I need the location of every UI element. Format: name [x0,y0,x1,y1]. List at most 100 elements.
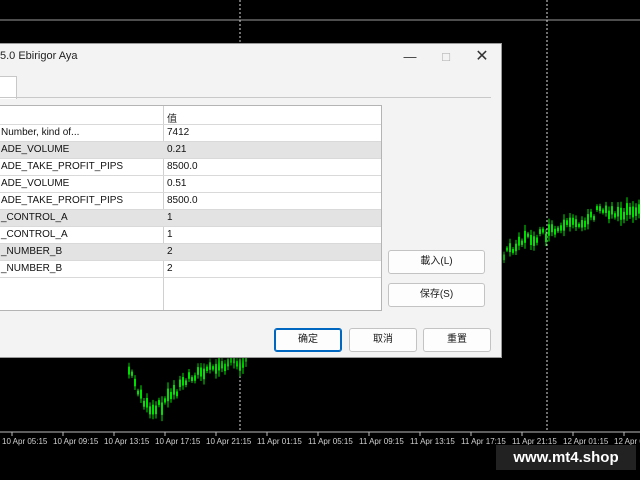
candle-body [215,363,217,374]
param-value[interactable]: 2 [167,263,173,274]
candle-body [224,363,226,372]
candle-body [545,233,547,242]
param-name: ADE_VOLUME [1,178,70,189]
param-name: _CONTROL_A [1,212,68,223]
candle-body [572,217,574,225]
tab-inputs[interactable] [0,76,17,99]
candle-body [527,233,529,237]
x-tick-label: 10 Apr 13:15 [104,437,150,446]
x-tick-label: 10 Apr 21:15 [206,437,252,446]
candle-body [557,227,559,232]
candle-body [137,390,139,395]
param-value[interactable]: 0.51 [167,178,186,189]
candle-body [554,228,556,235]
candle-body [191,377,193,381]
candle-body [512,248,514,253]
candle-body [518,236,520,246]
value-column-header: 值 [167,114,177,125]
table-row[interactable]: Number, kind of... 7412 [0,124,381,141]
load-button[interactable]: 載入(L) [388,250,485,274]
table-row[interactable]: ADE_VOLUME 0.21 [0,141,381,158]
table-row[interactable]: _NUMBER_B 2 [0,243,381,260]
param-name: ADE_VOLUME [1,144,70,155]
candle-body [149,406,151,415]
table-row[interactable]: _CONTROL_A 1 [0,226,381,243]
candle-body [632,206,634,218]
table-row[interactable]: ADE_TAKE_PROFIT_PIPS 8500.0 [0,158,381,175]
candle-body [551,224,553,233]
param-name: _CONTROL_A [1,229,68,240]
close-icon[interactable]: ✕ [465,44,499,70]
table-row[interactable]: ADE_TAKE_PROFIT_PIPS 8500.0 [0,192,381,209]
candle-body [131,371,133,376]
candle-body [170,391,172,400]
candle-body [602,209,604,213]
candle-body [218,357,220,371]
candle-body [566,220,568,225]
candle-body [515,243,517,252]
candle-body [617,206,619,217]
candle-body [542,228,544,233]
x-tick-label: 11 Apr 13:15 [410,437,455,446]
ok-button[interactable]: 确定 [274,328,342,352]
candle-body [578,223,580,227]
candle-body [503,254,505,261]
param-value[interactable]: 1 [167,229,173,240]
candle-body [533,236,535,246]
param-value[interactable]: 8500.0 [167,161,198,172]
candle-body [167,388,169,402]
ea-settings-dialog: 5.0 Ebirigor Aya — □ ✕ 值 Number, kind of… [0,43,502,358]
candle-body [563,219,565,231]
candle-body [185,380,187,385]
param-name: Number, kind of... [1,127,80,138]
candle-body [569,217,571,227]
candle-body [596,206,598,210]
param-value[interactable]: 8500.0 [167,195,198,206]
candle-body [530,234,532,246]
x-tick-label: 11 Apr 05:15 [308,437,353,446]
x-tick-label: 10 Apr 09:15 [53,437,99,446]
param-name: ADE_TAKE_PROFIT_PIPS [1,161,124,172]
candle-body [584,220,586,228]
table-row[interactable]: ADE_VOLUME 0.51 [0,175,381,192]
param-name: _NUMBER_B [1,263,63,274]
param-value[interactable]: 7412 [167,127,189,138]
watermark: www.mt4.shop [496,445,636,470]
cancel-button[interactable]: 取消 [349,328,417,352]
maximize-icon[interactable]: □ [429,44,463,70]
dialog-title: 5.0 Ebirigor Aya [0,50,78,62]
table-row[interactable]: _CONTROL_A 1 [0,209,381,226]
param-value[interactable]: 0.21 [167,144,186,155]
candle-body [164,398,166,403]
candle-body [221,361,223,369]
candle-body [158,400,160,405]
candle-body [575,219,577,228]
reset-button[interactable]: 重置 [423,328,491,352]
dialog-titlebar[interactable]: 5.0 Ebirigor Aya — □ ✕ [0,44,501,70]
candle-body [608,210,610,220]
candle-body [623,211,625,220]
candle-body [239,359,241,371]
minimize-icon[interactable]: — [393,44,427,70]
save-button[interactable]: 保存(S) [388,283,485,307]
candle-body [182,377,184,386]
candle-body [134,378,136,387]
candle-body [590,211,592,218]
candle-body [581,220,583,228]
candle-body [200,367,202,377]
x-tick-label: 10 Apr 17:15 [155,437,201,446]
candle-body [143,400,145,407]
candle-body [605,205,607,213]
candle-body [140,389,142,399]
param-value[interactable]: 2 [167,246,173,257]
candle-body [629,206,631,215]
param-value[interactable]: 1 [167,212,173,223]
candle-body [539,229,541,234]
parameters-table[interactable]: 值 Number, kind of... 7412 ADE_VOLUME 0.2… [0,105,382,311]
table-row[interactable]: _NUMBER_B 2 [0,260,381,278]
candle-body [509,243,511,253]
candle-body [626,203,628,215]
candle-body [173,384,175,395]
candle-body [620,207,622,220]
candle-body [206,366,208,371]
